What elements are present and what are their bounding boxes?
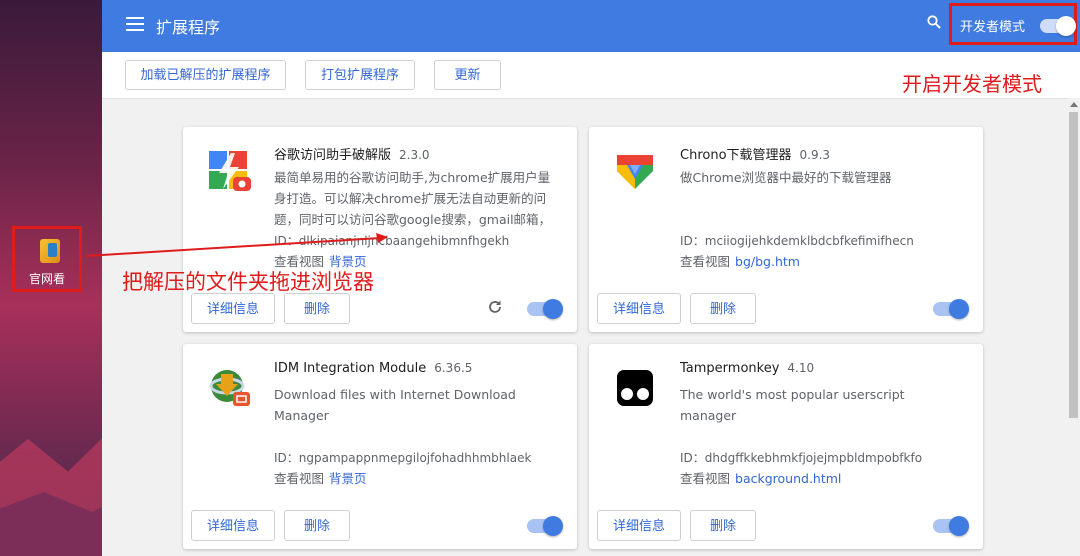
extension-version: 0.9.3 bbox=[799, 148, 831, 162]
details-button[interactable]: 详细信息 bbox=[597, 510, 681, 541]
remove-button[interactable]: 删除 bbox=[690, 293, 756, 324]
extension-name: Chrono下载管理器 0.9.3 bbox=[680, 148, 831, 163]
toolbar: 加载已解压的扩展程序 打包扩展程序 更新 开启开发者模式 bbox=[102, 52, 1080, 99]
google-access-helper-icon bbox=[209, 151, 251, 191]
details-button[interactable]: 详细信息 bbox=[597, 293, 681, 324]
extension-version: 6.36.5 bbox=[434, 361, 473, 375]
desktop-background: 官网看 bbox=[0, 0, 102, 556]
details-button[interactable]: 详细信息 bbox=[191, 293, 275, 324]
extension-description: Download files with Internet Download Ma… bbox=[274, 387, 516, 423]
extension-id: ID：ngpampappnmepgilojfohadhhmbhlaek bbox=[274, 451, 532, 465]
extension-description: 做Chrome浏览器中最好的下载管理器 bbox=[680, 170, 892, 185]
scroll-thumb[interactable] bbox=[1069, 112, 1078, 418]
scroll-up-arrow-icon[interactable] bbox=[1070, 102, 1078, 107]
extension-enable-toggle[interactable] bbox=[527, 516, 563, 536]
extension-description: The world's most popular userscript mana… bbox=[680, 387, 905, 423]
inspect-views: 查看视图 background.html bbox=[680, 471, 842, 486]
search-icon[interactable] bbox=[927, 15, 941, 29]
extension-enable-toggle[interactable] bbox=[527, 299, 563, 319]
extension-card: Chrono下载管理器 0.9.3 做Chrome浏览器中最好的下载管理器 ID：… bbox=[589, 127, 983, 332]
desktop-folder-highlight[interactable]: 官网看 bbox=[12, 226, 82, 292]
inspect-views: 查看视图 背景页 bbox=[274, 471, 367, 486]
annotation-drag-folder: 把解压的文件夹拖进浏览器 bbox=[122, 270, 374, 294]
vertical-scrollbar[interactable] bbox=[1067, 98, 1080, 556]
extension-id: ID：dhdgffkkebhmkfjojejmpbldmpobfkfo bbox=[680, 451, 923, 465]
remove-button[interactable]: 删除 bbox=[690, 510, 756, 541]
update-button[interactable]: 更新 bbox=[434, 60, 501, 90]
extension-card: Tampermonkey 4.10 The world's most popula… bbox=[589, 344, 983, 549]
developer-mode-toggle[interactable] bbox=[1040, 16, 1076, 36]
extension-version: 2.3.0 bbox=[399, 148, 430, 162]
developer-mode-highlight: 开发者模式 bbox=[949, 3, 1077, 45]
inspect-view-link[interactable]: 背景页 bbox=[329, 471, 367, 486]
header-bar: 扩展程序 开发者模式 bbox=[102, 0, 1080, 52]
drag-arrow-annotation bbox=[85, 233, 388, 257]
page-title: 扩展程序 bbox=[156, 18, 221, 37]
developer-mode-label: 开发者模式 bbox=[960, 20, 1026, 35]
hamburger-menu-icon[interactable] bbox=[126, 17, 144, 31]
desktop-folder-label: 官网看 bbox=[28, 272, 65, 286]
extension-version: 4.10 bbox=[787, 361, 815, 375]
inspect-view-link[interactable]: bg/bg.htm bbox=[735, 254, 800, 269]
extension-card: 谷歌访问助手破解版 2.3.0 最简单易用的谷歌访问助手,为chrome扩展用户量… bbox=[183, 127, 577, 332]
extension-description: 最简单易用的谷歌访问助手,为chrome扩展用户量身打造。可以解决chrome扩… bbox=[274, 170, 552, 227]
idm-icon bbox=[209, 370, 250, 406]
pack-extension-button[interactable]: 打包扩展程序 bbox=[305, 60, 415, 90]
folder-icon[interactable] bbox=[40, 239, 60, 263]
extension-enable-toggle[interactable] bbox=[933, 299, 969, 319]
extension-name: IDM Integration Module 6.36.5 bbox=[274, 361, 473, 376]
annotation-enable-dev-mode: 开启开发者模式 bbox=[902, 72, 1042, 96]
reload-icon[interactable] bbox=[487, 299, 503, 315]
chrono-download-icon bbox=[617, 155, 653, 189]
extension-enable-toggle[interactable] bbox=[933, 516, 969, 536]
inspect-views: 查看视图 bg/bg.htm bbox=[680, 254, 800, 269]
load-unpacked-button[interactable]: 加载已解压的扩展程序 bbox=[125, 60, 286, 90]
inspect-view-link[interactable]: background.html bbox=[735, 471, 841, 486]
remove-button[interactable]: 删除 bbox=[284, 293, 350, 324]
extension-name: Tampermonkey 4.10 bbox=[680, 361, 815, 376]
remove-button[interactable]: 删除 bbox=[284, 510, 350, 541]
details-button[interactable]: 详细信息 bbox=[191, 510, 275, 541]
tampermonkey-icon bbox=[617, 370, 653, 406]
extension-name: 谷歌访问助手破解版 2.3.0 bbox=[274, 148, 430, 163]
extension-id: ID：mciiogijehkdemklbdcbfkefimifhecn bbox=[680, 234, 914, 248]
extension-card: IDM Integration Module 6.36.5 Download fi… bbox=[183, 344, 577, 549]
